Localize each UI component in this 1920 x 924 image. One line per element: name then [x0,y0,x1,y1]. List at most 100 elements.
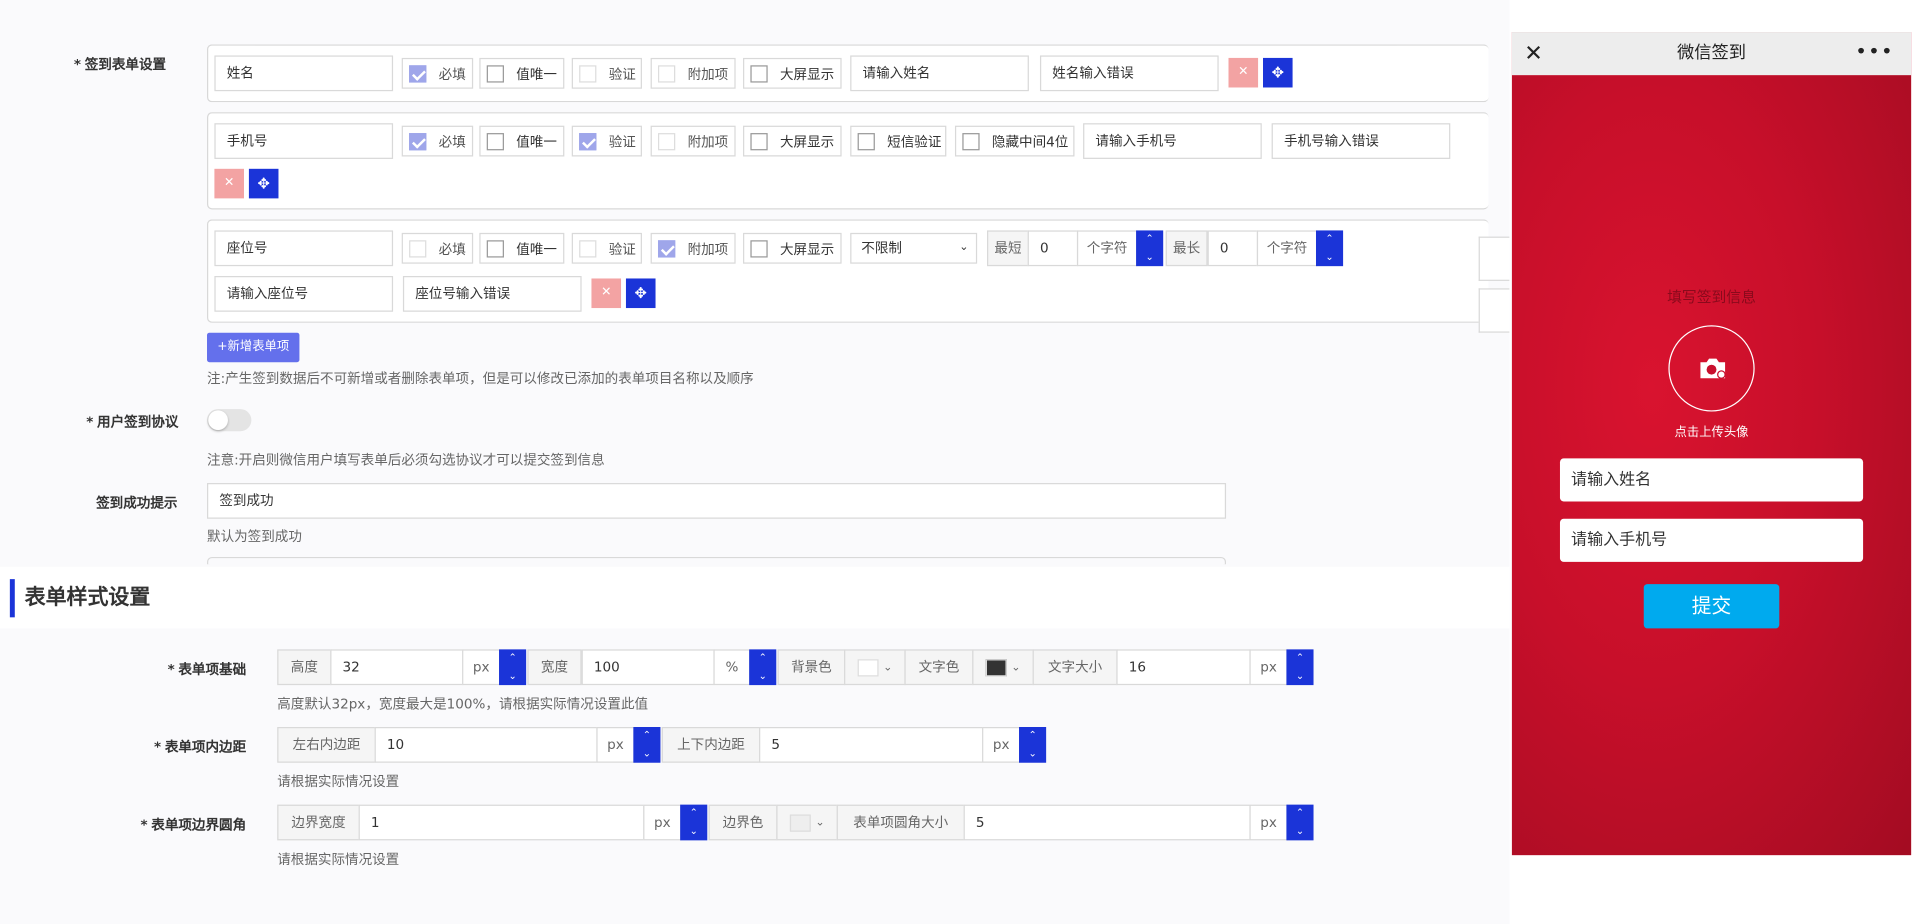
delete-row-button[interactable]: ✕ [591,278,622,309]
height-input[interactable]: 32 [330,649,464,686]
font-size-input[interactable]: 16 [1116,649,1251,686]
tb-padding-spinner[interactable]: ⌃ ⌄ [1019,726,1047,763]
length-limit-select[interactable]: 不限制 ⌄ [850,232,978,264]
chevron-up-icon[interactable]: ⌃ [1146,234,1154,244]
checkbox[interactable] [857,132,875,150]
checkbox[interactable] [486,239,504,257]
chevron-down-icon[interactable]: ⌄ [690,826,698,836]
text-color-label: 文字色 [904,649,974,686]
checkbox[interactable] [962,132,980,150]
check-sms-verify[interactable]: 短信验证 [850,125,947,157]
move-row-button[interactable]: ✥ [1263,57,1293,88]
check-required: 必填 [401,232,474,264]
close-icon[interactable]: ✕ [1524,32,1543,75]
chevron-up-icon[interactable]: ⌃ [690,808,698,819]
preview-submit-button[interactable]: 提交 [1643,584,1780,629]
font-size-spinner[interactable]: ⌃ ⌄ [1286,649,1314,686]
max-length-spinner[interactable]: ⌃ ⌄ [1315,230,1344,267]
border-width-spinner[interactable]: ⌃ ⌄ [680,804,708,841]
check-unique[interactable]: 值唯一 [479,57,565,89]
border-width-unit: px [643,804,682,841]
font-size-label: 文字大小 [1032,649,1118,686]
tb-padding-input[interactable]: 5 [759,726,984,763]
border-color-label: 边界色 [708,804,778,841]
settings-panel: * 签到表单设置 姓名 必填 值唯一 验证 附加项 大屏显示 请输入姓名 姓名输入… [0,0,1510,924]
field-name-input[interactable]: 座位号 [214,230,394,267]
move-row-button[interactable]: ✥ [625,278,656,309]
agreement-label: * 用户签到协议 [86,414,179,431]
chevron-down-icon: ⌄ [959,241,969,254]
chevron-down-icon[interactable]: ⌄ [1028,748,1036,759]
border-width-input[interactable]: 1 [358,804,645,841]
preview-name-input[interactable]: 请输入姓名 [1559,458,1864,502]
chevron-up-icon[interactable]: ⌃ [1028,730,1036,741]
section-header [0,566,1510,629]
color-swatch [789,813,811,832]
chevron-down-icon[interactable]: ⌄ [1325,252,1333,262]
preview-phone-input[interactable]: 请输入手机号 [1559,518,1864,562]
lr-padding-spinner[interactable]: ⌃ ⌄ [633,726,661,763]
min-length-spinner[interactable]: ⌃ ⌄ [1136,230,1164,267]
check-hide-middle[interactable]: 隐藏中间4位 [954,125,1075,157]
chevron-down-icon[interactable]: ⌄ [1296,826,1304,836]
agreement-toggle[interactable] [207,409,252,432]
chevron-down-icon[interactable]: ⌄ [759,671,767,681]
checkbox [409,239,427,257]
error-text-input[interactable]: 手机号输入错误 [1271,123,1451,159]
mobile-preview: ✕ 微信签到 ••• 填写签到信息 点击上传头像 请输入姓名 请输入手机号 提交 [1511,32,1912,856]
check-unique[interactable]: 值唯一 [479,125,565,157]
width-input[interactable]: 100 [581,649,715,686]
radius-spinner[interactable]: ⌃ ⌄ [1286,804,1314,841]
max-length-label: 最长 [1165,230,1208,267]
border-hint: 请根据实际情况设置 [277,851,400,868]
delete-row-button[interactable]: ✕ [214,168,244,199]
add-form-item-button[interactable]: +新增表单项 [207,332,300,363]
chevron-up-icon[interactable]: ⌃ [643,730,651,741]
chevron-up-icon[interactable]: ⌃ [759,653,767,663]
chevron-down-icon[interactable]: ⌄ [1146,252,1154,262]
width-spinner[interactable]: ⌃ ⌄ [749,649,777,686]
placeholder-input[interactable]: 请输入姓名 [850,55,1029,92]
radius-label: 表单项圆角大小 [836,804,965,841]
move-row-button[interactable]: ✥ [248,168,279,199]
error-text-input[interactable]: 座位号输入错误 [402,276,582,312]
delete-row-button[interactable]: ✕ [1228,57,1259,88]
chevron-down-icon[interactable]: ⌄ [1296,671,1304,681]
avatar-upload[interactable] [1668,325,1755,412]
checkbox[interactable] [750,239,768,257]
height-spinner[interactable]: ⌃ ⌄ [499,649,527,686]
lr-padding-input[interactable]: 10 [374,726,598,763]
checkbox [409,132,427,150]
min-length-input[interactable]: 0 [1027,230,1079,267]
check-big-screen[interactable]: 大屏显示 [743,125,842,157]
checkbox[interactable] [750,132,768,150]
chevron-down-icon[interactable]: ⌄ [643,748,651,759]
chevron-up-icon[interactable]: ⌃ [508,653,516,663]
border-color-picker[interactable]: ⌄ [776,804,838,841]
max-length-input[interactable]: 0 [1207,230,1259,267]
check-big-screen[interactable]: 大屏显示 [743,57,842,89]
more-icon[interactable]: ••• [1855,32,1894,73]
chevron-up-icon[interactable]: ⌃ [1296,808,1304,819]
max-length-unit: 个字符 [1256,230,1318,267]
text-color-picker[interactable]: ⌄ [972,649,1034,686]
chevron-down-icon[interactable]: ⌄ [508,671,516,681]
min-length-label: 最短 [986,230,1029,267]
tb-padding-label: 上下内边距 [661,726,761,763]
error-text-input[interactable]: 姓名输入错误 [1039,55,1219,92]
chevron-up-icon[interactable]: ⌃ [1296,653,1304,663]
placeholder-input[interactable]: 请输入座位号 [214,276,394,312]
check-extra: 附加项 [650,125,736,157]
success-message-input[interactable]: 签到成功 [207,483,1227,519]
placeholder-input[interactable]: 请输入手机号 [1083,123,1262,159]
bg-color-picker[interactable]: ⌄ [844,649,906,686]
chevron-up-icon[interactable]: ⌃ [1325,234,1333,244]
field-name-input[interactable]: 姓名 [214,55,394,92]
radius-input[interactable]: 5 [963,804,1251,841]
checkbox[interactable] [486,64,504,82]
checkbox[interactable] [486,132,504,150]
field-name-input[interactable]: 手机号 [214,123,394,159]
check-unique[interactable]: 值唯一 [479,232,565,264]
checkbox[interactable] [750,64,768,82]
check-big-screen[interactable]: 大屏显示 [743,232,842,264]
